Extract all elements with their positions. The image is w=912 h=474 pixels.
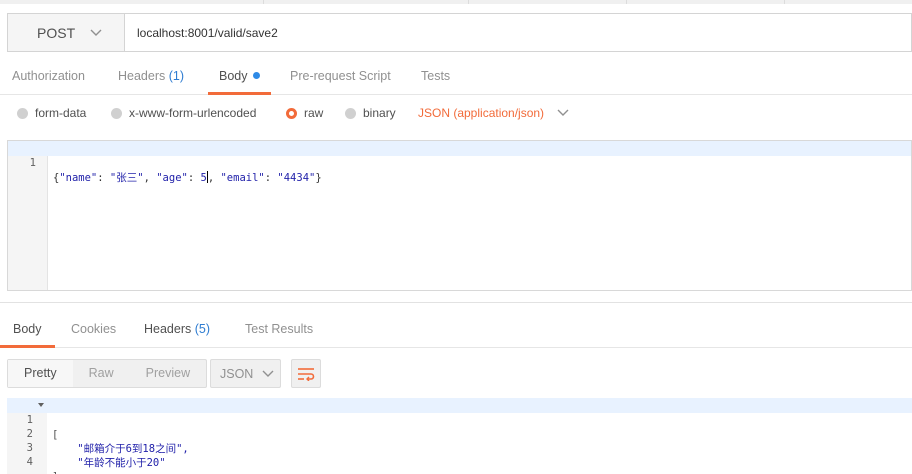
code-text: {"name": "张三", "age": 5, "email": "4434"… — [53, 171, 322, 186]
content-type-select[interactable]: JSON (application/json) — [418, 106, 570, 120]
json-value: "张三" — [109, 172, 144, 184]
fold-arrow-icon[interactable] — [38, 403, 44, 407]
tab-label: Headers — [118, 69, 166, 83]
tab-response-body[interactable]: Body — [0, 313, 55, 348]
chevron-down-icon — [262, 370, 274, 377]
format-label: JSON — [220, 366, 254, 381]
tab-body[interactable]: Body — [208, 60, 271, 95]
tab-label: Headers — [144, 322, 192, 336]
tab-strip-segment — [469, 0, 627, 4]
radio-circle-selected — [286, 107, 297, 119]
tab-label: Body — [219, 69, 248, 83]
radio-label: x-www-form-urlencoded — [129, 106, 257, 120]
radio-circle — [17, 107, 28, 119]
radio-label: binary — [363, 106, 396, 120]
radio-label: raw — [304, 106, 324, 120]
radio-circle — [345, 107, 356, 119]
tab-label: Pre-request Script — [290, 69, 391, 83]
request-tabs: Authorization Headers (1) Body Pre-reque… — [0, 60, 912, 95]
view-mode-group: Pretty Raw Preview — [7, 359, 208, 388]
radio-form-data[interactable]: form-data — [17, 106, 86, 120]
colon: : — [187, 172, 201, 184]
top-tab-strip — [0, 0, 912, 4]
json-key: "age" — [156, 172, 188, 184]
content-type-label: JSON (application/json) — [418, 106, 545, 120]
radio-urlencoded[interactable]: x-www-form-urlencoded — [111, 106, 256, 120]
request-url-bar: POST localhost:8001/valid/save2 — [7, 13, 912, 52]
headers-count: (1) — [168, 69, 185, 83]
code-line: 4 ] — [7, 440, 912, 474]
tab-test-results[interactable]: Test Results — [245, 313, 313, 348]
tab-label: Test Results — [245, 322, 314, 336]
tab-tests[interactable]: Tests — [421, 60, 450, 95]
tab-strip-segment — [264, 0, 469, 4]
tab-label: Body — [13, 322, 42, 336]
comma: , — [143, 172, 157, 184]
url-text: localhost:8001/valid/save2 — [137, 25, 278, 40]
code-text: "年龄不能小于20" — [52, 457, 166, 469]
wrap-lines-icon — [298, 367, 315, 381]
view-pretty-button[interactable]: Pretty — [8, 360, 73, 387]
tab-label: Cookies — [71, 322, 117, 336]
tab-headers[interactable]: Headers (1) — [118, 60, 184, 95]
line-number: 1 — [29, 157, 36, 169]
tab-strip-segment — [0, 0, 264, 4]
request-body-editor[interactable]: 1 {"name": "张三", "age": 5, "email": "443… — [7, 140, 912, 291]
json-value: "4434" — [277, 172, 316, 184]
url-input[interactable]: localhost:8001/valid/save2 — [125, 14, 911, 51]
radio-label: form-data — [35, 106, 87, 120]
code-line: 3 "年龄不能小于20" — [7, 426, 912, 469]
code-line: 1 [ — [7, 398, 912, 441]
tab-strip-segment — [627, 0, 785, 4]
brace: } — [315, 172, 322, 184]
tab-cookies[interactable]: Cookies — [71, 313, 116, 348]
wrap-lines-button[interactable] — [291, 359, 321, 388]
code-line: 2 "邮箱介于6到18之间", — [7, 412, 912, 455]
view-preview-button[interactable]: Preview — [130, 360, 206, 387]
tab-response-headers[interactable]: Headers (5) — [144, 313, 210, 348]
colon: : — [264, 172, 278, 184]
tab-label: Authorization — [12, 69, 85, 83]
json-key: "email" — [220, 172, 265, 184]
body-modified-dot — [252, 72, 260, 79]
headers-count: (5) — [194, 322, 211, 336]
tab-authorization[interactable]: Authorization — [12, 60, 85, 95]
method-label: POST — [37, 24, 76, 41]
chevron-down-icon — [557, 109, 569, 116]
view-raw-button[interactable]: Raw — [73, 360, 130, 387]
radio-binary[interactable]: binary — [345, 106, 396, 120]
pane-splitter[interactable] — [0, 302, 912, 303]
tab-prerequest-script[interactable]: Pre-request Script — [290, 60, 391, 95]
code-line: 1 {"name": "张三", "age": 5, "email": "443… — [8, 141, 911, 184]
line-number: 4 — [26, 456, 33, 468]
json-key: "name" — [59, 172, 98, 184]
tab-label: Tests — [421, 69, 451, 83]
radio-circle — [111, 107, 122, 119]
method-select[interactable]: POST — [8, 14, 125, 51]
comma: , — [207, 172, 221, 184]
code-text: ] — [52, 470, 58, 474]
chevron-down-icon — [90, 29, 102, 36]
format-select[interactable]: JSON — [210, 359, 281, 388]
colon: : — [97, 172, 110, 184]
radio-raw[interactable]: raw — [286, 106, 323, 120]
response-tabs: Body Cookies Headers (5) Test Results — [0, 313, 912, 348]
response-body-viewer[interactable]: 1 [ 2 "邮箱介于6到18之间", 3 "年龄不能小于20" 4 ] — [7, 398, 912, 474]
